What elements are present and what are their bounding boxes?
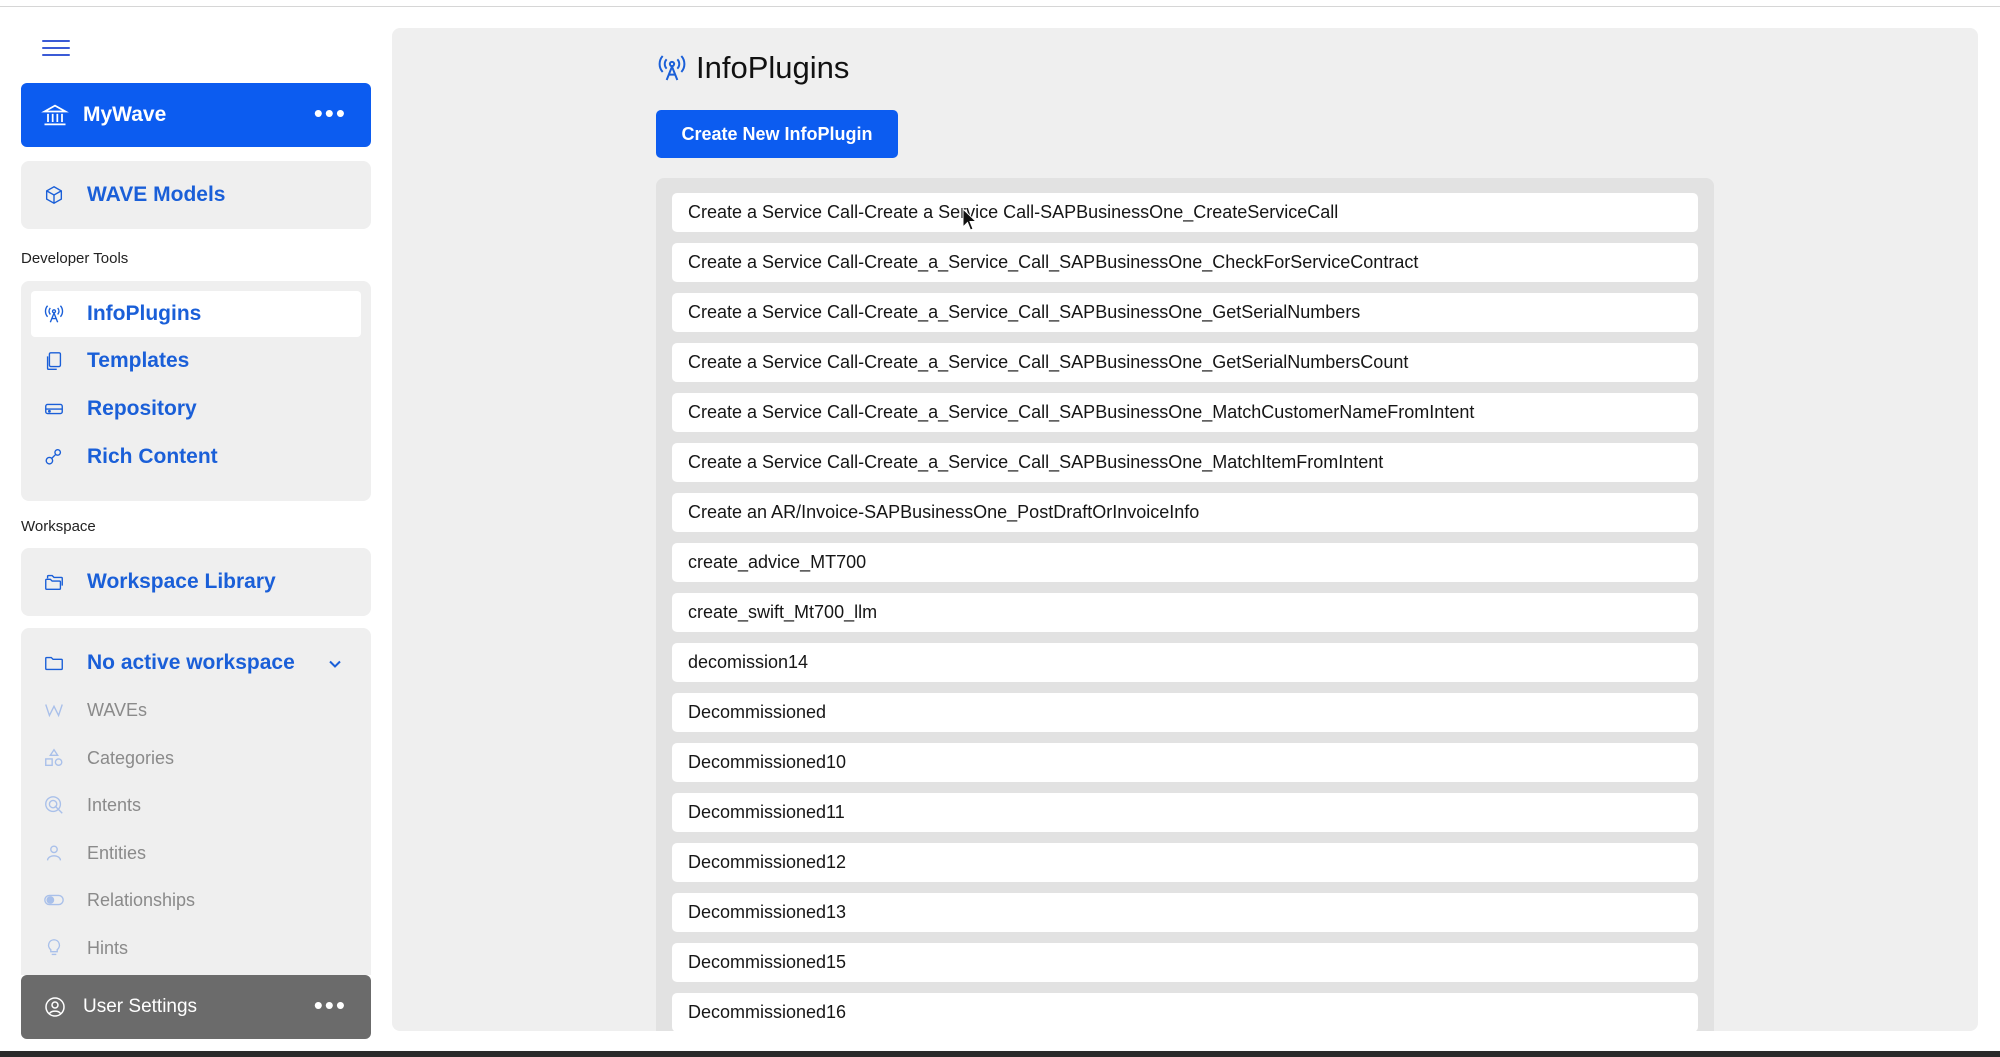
developer-tools-card: InfoPlugins Templates Repository Rich Co… [21,281,371,501]
nav-workspace-library-label: Workspace Library [87,570,276,593]
nav-infoplugins[interactable]: InfoPlugins [31,291,361,337]
target-icon [45,796,63,814]
person-icon [46,845,62,861]
window-top-border [0,0,2000,7]
shapes-icon [45,448,62,465]
list-item[interactable]: Decommissioned [672,693,1698,732]
mywave-brand-button[interactable]: MyWave ••• [21,83,371,147]
list-item[interactable]: Decommissioned12 [672,843,1698,882]
list-item-label: Decommissioned10 [688,752,847,772]
antenna-icon [658,55,686,81]
wave-models-card: WAVE Models [21,161,371,229]
nav-relationships-label: Relationships [87,889,196,910]
active-workspace-toggle[interactable]: No active workspace [31,640,361,686]
list-item[interactable]: Create a Service Call-Create a Service C… [672,193,1698,232]
list-item-label: decomission14 [688,652,809,672]
nav-categories-label: Categories [87,747,175,768]
create-new-infoplugin-button[interactable]: Create New InfoPlugin [656,110,898,158]
nav-repository[interactable]: Repository [31,386,361,432]
list-item-label: Create a Service Call-Create_a_Service_C… [688,452,1384,472]
list-item[interactable]: Create an AR/Invoice-SAPBusinessOne_Post… [672,493,1698,532]
nav-templates[interactable]: Templates [31,338,361,384]
nav-templates-label: Templates [87,349,190,372]
list-item[interactable]: Decommissioned16 [672,993,1698,1031]
list-item-label: Decommissioned13 [688,902,847,922]
list-item-label: Create a Service Call-Create a Service C… [688,202,1339,222]
list-item-label: create_swift_Mt700_llm [688,602,878,622]
cube-icon [45,185,63,205]
main-panel: InfoPlugins Create New InfoPlugin Create… [392,28,1978,1031]
nav-categories[interactable]: Categories [31,738,361,778]
list-item-label: Decommissioned16 [688,1002,847,1022]
nav-workspace-library[interactable]: Workspace Library [31,559,361,605]
folders-icon [45,574,63,591]
wave-icon [45,704,63,718]
list-item-label: Create an AR/Invoice-SAPBusinessOne_Post… [688,502,1200,522]
window-bottom-edge [0,1051,2000,1057]
nav-rich-content-label: Rich Content [87,445,218,468]
drive-icon [45,403,63,415]
categories-icon [45,748,63,767]
list-item-label: Decommissioned [688,702,827,722]
list-item-label: Create a Service Call-Create_a_Service_C… [688,302,1361,322]
brand-label: MyWave [83,103,167,126]
nav-intents-label: Intents [87,794,142,815]
nav-relationships[interactable]: Relationships [31,880,361,920]
workspace-library-card: Workspace Library [21,548,371,616]
user-settings-more-icon[interactable]: ••• [314,992,347,1018]
nav-wave-models[interactable]: WAVE Models [31,172,361,218]
list-item[interactable]: Create a Service Call-Create_a_Service_C… [672,293,1698,332]
chevron-down-icon[interactable] [325,654,345,674]
nav-infoplugins-label: InfoPlugins [87,302,202,325]
list-item-label: Decommissioned12 [688,852,847,872]
bank-icon [41,104,69,126]
nav-hints-label: Hints [87,937,129,958]
folder-icon [45,656,63,671]
page-title: InfoPlugins [696,50,850,85]
mouse-cursor-icon [962,208,978,231]
nav-wave-models-label: WAVE Models [87,183,226,206]
user-settings-label: User Settings [83,996,198,1017]
list-item[interactable]: create_swift_Mt700_llm [672,593,1698,632]
nav-waves[interactable]: WAVEs [31,690,361,730]
list-item-label: Create a Service Call-Create_a_Service_C… [688,352,1409,372]
list-item[interactable]: Create a Service Call-Create_a_Service_C… [672,243,1698,282]
user-circle-icon [45,997,65,1017]
workspace-heading: Workspace [21,518,96,535]
infoplugin-list: Create a Service Call-Create a Service C… [656,178,1714,1031]
hamburger-menu-icon[interactable] [42,40,70,60]
nav-intents[interactable]: Intents [31,785,361,825]
list-item[interactable]: Decommissioned11 [672,793,1698,832]
list-item-label: Decommissioned11 [688,802,845,822]
list-item[interactable]: create_advice_MT700 [672,543,1698,582]
list-item[interactable]: Decommissioned13 [672,893,1698,932]
lightbulb-icon [47,939,61,956]
list-item[interactable]: Decommissioned15 [672,943,1698,982]
sidebar: MyWave ••• WAVE Models Developer Tools I… [0,8,390,1051]
list-item[interactable]: Create a Service Call-Create_a_Service_C… [672,443,1698,482]
toggle-icon [44,894,64,906]
list-item-label: create_advice_MT700 [688,552,867,572]
list-item-label: Decommissioned15 [688,952,847,972]
list-item[interactable]: Create a Service Call-Create_a_Service_C… [672,393,1698,432]
list-item[interactable]: decomission14 [672,643,1698,682]
antenna-icon [44,305,64,323]
list-item-label: Create a Service Call-Create_a_Service_C… [688,402,1475,422]
developer-tools-heading: Developer Tools [21,250,129,267]
active-workspace-label: No active workspace [87,651,295,674]
nav-entities-label: Entities [87,842,147,863]
user-settings-button[interactable]: User Settings ••• [21,975,371,1039]
nav-repository-label: Repository [87,397,197,420]
nav-rich-content[interactable]: Rich Content [31,434,361,480]
list-item[interactable]: Create a Service Call-Create_a_Service_C… [672,343,1698,382]
list-item-label: Create a Service Call-Create_a_Service_C… [688,252,1419,272]
list-item[interactable]: Decommissioned10 [672,743,1698,782]
active-workspace-card: No active workspace WAVEs Categories Int… [21,628,371,975]
page-header: InfoPlugins [656,50,849,86]
copy-icon [46,352,62,370]
nav-hints[interactable]: Hints [31,928,361,968]
brand-more-icon[interactable]: ••• [314,100,347,126]
nav-waves-label: WAVEs [87,699,148,720]
nav-entities[interactable]: Entities [31,833,361,873]
